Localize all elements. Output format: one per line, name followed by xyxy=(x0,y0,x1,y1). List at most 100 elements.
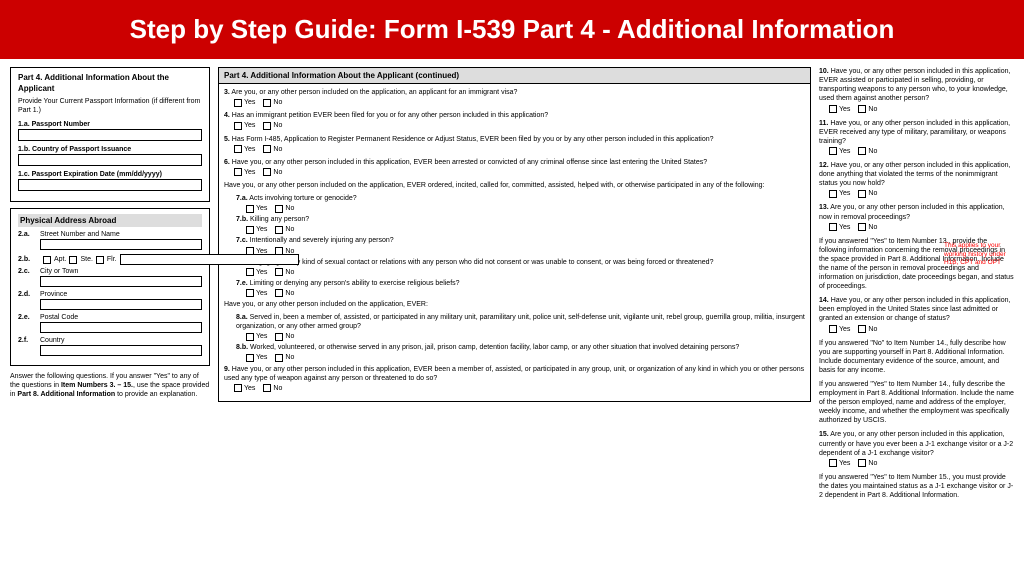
q14-no-cb[interactable] xyxy=(858,325,866,333)
ste-checkbox[interactable] xyxy=(69,256,77,264)
province-input[interactable] xyxy=(40,299,202,310)
addr-2e-label: Postal Code xyxy=(40,314,202,321)
q3-yes-cb[interactable] xyxy=(234,99,242,107)
q7c-row: 7.c. Intentionally and severely injuring… xyxy=(236,236,805,255)
addr-2b-num: 2.b. xyxy=(18,256,40,263)
middle-panel: Part 4. Additional Information About the… xyxy=(210,67,819,505)
q10-no-cb[interactable] xyxy=(858,105,866,113)
passport-instruction: Provide Your Current Passport Informatio… xyxy=(18,97,202,115)
apt-label: Apt. xyxy=(54,256,66,263)
q7d-no-cb[interactable] xyxy=(275,268,283,276)
apt-checkbox[interactable] xyxy=(43,256,51,264)
addr-2c-num: 2.c. xyxy=(18,268,40,275)
field-1a-label: 1.a. Passport Number xyxy=(18,121,202,128)
addr-2f-label: Country xyxy=(40,337,202,344)
addr-2c-row: 2.c. City or Town xyxy=(18,268,202,288)
q6-yes-cb[interactable] xyxy=(234,168,242,176)
addr-2f-row: 2.f. Country xyxy=(18,337,202,357)
part4-continued-header: Part 4. Additional Information About the… xyxy=(219,68,810,84)
q4-row: 4. Has an immigrant petition EVER been f… xyxy=(224,111,805,130)
header-title: Step by Step Guide: Form I-539 Part 4 - … xyxy=(130,14,895,44)
addr-2b-row: 2.b. Apt. Ste. Flr. xyxy=(18,254,202,265)
q6-no-cb[interactable] xyxy=(263,168,271,176)
q7a-yes-cb[interactable] xyxy=(246,205,254,213)
q6-row: 6. Have you, or any other person include… xyxy=(224,158,805,177)
apt-ste-flr-input[interactable] xyxy=(120,254,299,265)
passport-number-input[interactable] xyxy=(18,129,202,141)
q7b-no-cb[interactable] xyxy=(275,226,283,234)
q3-no-cb[interactable] xyxy=(263,99,271,107)
q9-yes-cb[interactable] xyxy=(234,384,242,392)
q9-no-cb[interactable] xyxy=(263,384,271,392)
q13-no-cb[interactable] xyxy=(858,223,866,231)
q11-row: 11. Have you, or any other person includ… xyxy=(819,119,1014,156)
q12-row: 12. Have you, or any other person includ… xyxy=(819,161,1014,198)
q14-row: 14. Have you, or any other person includ… xyxy=(819,296,1014,333)
side-note-left: Should be your home country address and … xyxy=(0,242,6,276)
addr-2a-row: 2.a. Street Number and Name xyxy=(18,231,202,251)
q8b-no-cb[interactable] xyxy=(275,354,283,362)
q15-yes-cb[interactable] xyxy=(829,459,837,467)
addr-2d-label: Province xyxy=(40,291,202,298)
city-town-input[interactable] xyxy=(40,276,202,287)
q13-yes-cb[interactable] xyxy=(829,223,837,231)
form-box-title: Part 4. Additional Information About the… xyxy=(18,73,202,94)
q12-yes-cb[interactable] xyxy=(829,190,837,198)
flr-label: Flr. xyxy=(107,256,117,263)
part4-content: 3. Are you, or any other person included… xyxy=(219,84,810,401)
side-note-right: This applies to your working history und… xyxy=(944,242,1019,267)
q8a-no-cb[interactable] xyxy=(275,333,283,341)
q12-no-cb[interactable] xyxy=(858,190,866,198)
q7e-no-cb[interactable] xyxy=(275,289,283,297)
q7d-yes-cb[interactable] xyxy=(246,268,254,276)
q7d-row: 7.d. Engaging in any kind of sexual cont… xyxy=(236,258,805,277)
addr-2f-num: 2.f. xyxy=(18,337,40,344)
q9-row: 9. Have you, or any other person include… xyxy=(224,365,805,393)
passport-expiry-input[interactable] xyxy=(18,179,202,191)
q5-row: 5. Has Form I-485, Application to Regist… xyxy=(224,135,805,154)
q8-intro-row: Have you, or any other person included o… xyxy=(224,300,805,309)
q7a-no-cb[interactable] xyxy=(275,205,283,213)
q4-no-cb[interactable] xyxy=(263,122,271,130)
q8a-row: 8.a. Served in, been a member of, assist… xyxy=(236,313,805,341)
q15-no-cb[interactable] xyxy=(858,459,866,467)
field-1b-group: 1.b. Country of Passport Issuance xyxy=(18,146,202,166)
q7-intro-row: Have you, or any other person included o… xyxy=(224,181,805,190)
addr-2d-row: 2.d. Province xyxy=(18,291,202,311)
q8b-row: 8.b. Worked, volunteered, or otherwise s… xyxy=(236,343,805,362)
q7e-row: 7.e. Limiting or denying any person's ab… xyxy=(236,279,805,298)
q7e-yes-cb[interactable] xyxy=(246,289,254,297)
answer-note: Answer the following questions. If you a… xyxy=(10,372,210,399)
q8b-yes-cb[interactable] xyxy=(246,354,254,362)
q4-yes-cb[interactable] xyxy=(234,122,242,130)
q3-row: 3. Are you, or any other person included… xyxy=(224,88,805,107)
q14-yes-cb[interactable] xyxy=(829,325,837,333)
q11-no-cb[interactable] xyxy=(858,147,866,155)
addr-2a-num: 2.a. xyxy=(18,231,40,238)
country-passport-input[interactable] xyxy=(18,154,202,166)
q10-yes-cb[interactable] xyxy=(829,105,837,113)
passport-form-box: Part 4. Additional Information About the… xyxy=(10,67,210,202)
addr-2e-num: 2.e. xyxy=(18,314,40,321)
q8a-yes-cb[interactable] xyxy=(246,333,254,341)
field-1c-label: 1.c. Passport Expiration Date (mm/dd/yyy… xyxy=(18,171,202,178)
q7b-yes-cb[interactable] xyxy=(246,226,254,234)
country-input[interactable] xyxy=(40,345,202,356)
addr-2a-label: Street Number and Name xyxy=(40,231,202,238)
left-panel: Should be your home country address and … xyxy=(10,67,210,505)
q5-no-cb[interactable] xyxy=(263,145,271,153)
physical-address-box: Physical Address Abroad 2.a. Street Numb… xyxy=(10,208,210,366)
q10-row: 10. Have you, or any other person includ… xyxy=(819,67,1014,113)
page-header: Step by Step Guide: Form I-539 Part 4 - … xyxy=(0,0,1024,59)
postal-code-input[interactable] xyxy=(40,322,202,333)
field-1c-group: 1.c. Passport Expiration Date (mm/dd/yyy… xyxy=(18,171,202,191)
addr-2d-num: 2.d. xyxy=(18,291,40,298)
if-yes-14-block: If you answered "Yes" to Item Number 14.… xyxy=(819,380,1014,425)
addr-2c-label: City or Town xyxy=(40,268,202,275)
flr-checkbox[interactable] xyxy=(96,256,104,264)
street-number-name-input[interactable] xyxy=(40,239,202,250)
addr-2e-row: 2.e. Postal Code xyxy=(18,314,202,334)
q5-yes-cb[interactable] xyxy=(234,145,242,153)
q15-row: 15. Are you, or any other person include… xyxy=(819,430,1014,467)
q11-yes-cb[interactable] xyxy=(829,147,837,155)
